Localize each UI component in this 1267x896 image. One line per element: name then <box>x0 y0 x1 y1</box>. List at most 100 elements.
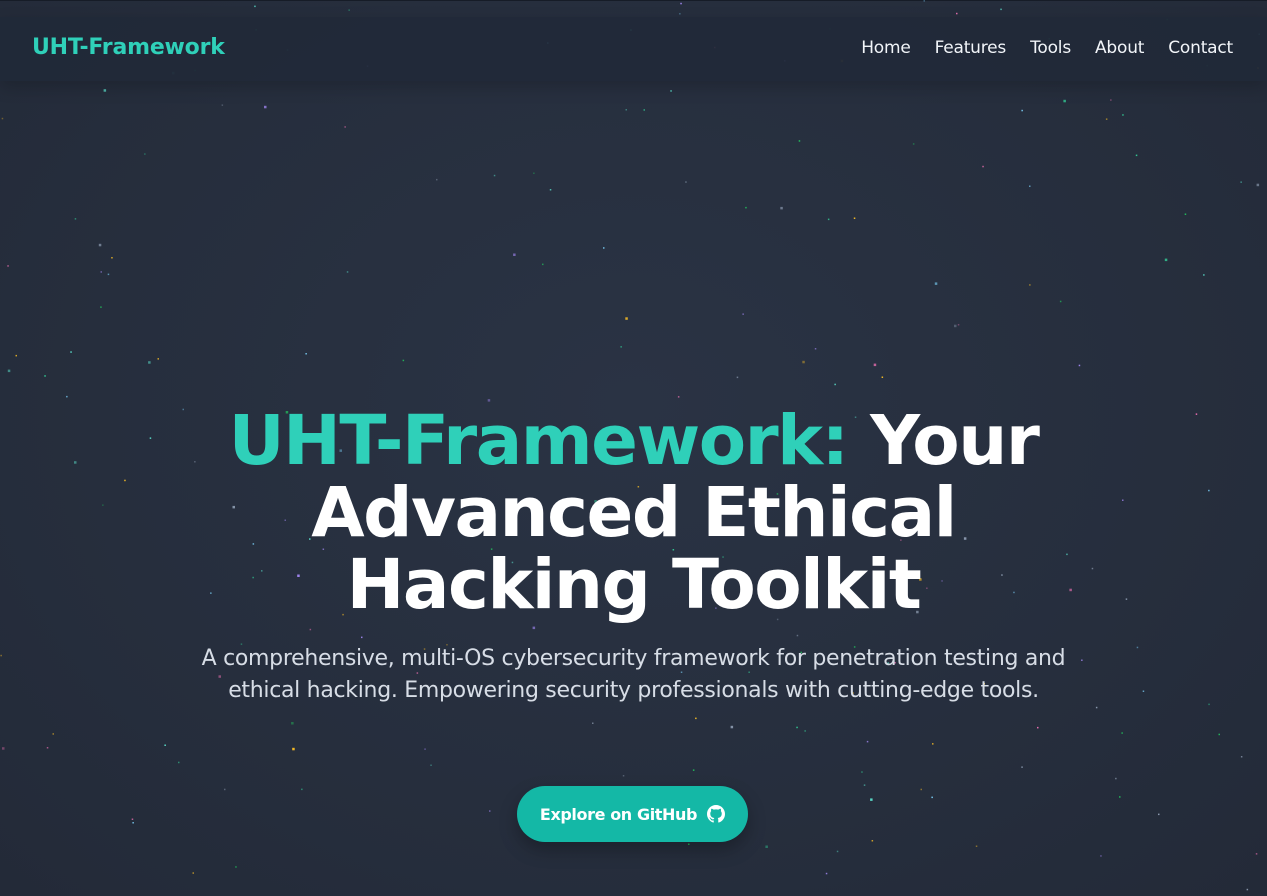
star-dot <box>74 218 77 220</box>
star-dot <box>1184 213 1187 215</box>
github-icon <box>707 805 726 823</box>
star-dot <box>164 744 166 746</box>
star-dot <box>430 764 432 766</box>
star-dot <box>825 872 828 875</box>
star-dot <box>1021 766 1023 768</box>
star-dot <box>1122 114 1124 116</box>
star-dot <box>912 143 915 145</box>
star-dot <box>1164 258 1168 262</box>
star-dot <box>1095 706 1098 709</box>
star-dot <box>975 845 978 847</box>
star-dot <box>881 376 884 378</box>
explore-github-label: Explore on GitHub <box>539 804 698 824</box>
star-dot <box>344 126 346 128</box>
star-dot <box>796 726 798 729</box>
star-dot <box>861 771 863 773</box>
star-dot <box>643 109 645 111</box>
star-dot <box>956 12 958 15</box>
star-dot <box>866 740 869 743</box>
star-dot <box>493 174 496 177</box>
star-dot <box>1029 284 1031 286</box>
star-dot <box>1203 274 1205 276</box>
star-dot <box>66 395 68 398</box>
star-dot <box>402 359 405 362</box>
star-dot <box>1240 181 1242 183</box>
star-dot <box>863 784 866 786</box>
star-dot <box>870 798 873 801</box>
star-dot <box>620 346 622 348</box>
star-dot <box>742 313 744 315</box>
star-dot <box>814 348 817 350</box>
star-dot <box>730 725 734 729</box>
star-dot <box>46 747 49 749</box>
nav-link-tools[interactable]: Tools <box>1030 38 1071 58</box>
star-dot <box>982 165 984 168</box>
star-dot <box>436 178 438 181</box>
star-dot <box>52 733 54 735</box>
star-dot <box>780 206 783 210</box>
star-dot <box>834 383 836 386</box>
nav-link-features[interactable]: Features <box>935 38 1007 58</box>
star-dot <box>765 845 768 848</box>
star-dot <box>1256 183 1260 187</box>
star-dot <box>1119 796 1121 798</box>
star-dot <box>625 317 628 320</box>
star-dot <box>1063 99 1066 103</box>
star-dot <box>224 788 226 791</box>
nav-link-about[interactable]: About <box>1095 38 1144 58</box>
star-dot <box>221 104 224 106</box>
star-dot <box>677 396 680 398</box>
navbar: UHT-Framework Home Features Tools About … <box>0 17 1267 81</box>
star-dot <box>920 788 922 791</box>
star-dot <box>679 13 681 15</box>
star-dot <box>111 257 113 259</box>
star-dot <box>1240 756 1243 758</box>
star-dot <box>1078 364 1081 367</box>
star-dot <box>100 271 102 273</box>
star-dot <box>1135 154 1138 157</box>
star-dot <box>853 217 856 219</box>
star-dot <box>424 748 426 750</box>
star-dot <box>1246 888 1249 891</box>
star-dot <box>1158 813 1160 816</box>
star-dot <box>489 810 491 812</box>
nav-link-contact[interactable]: Contact <box>1168 38 1233 58</box>
star-dot <box>1255 853 1258 855</box>
star-dot <box>533 172 535 174</box>
star-dot <box>1100 855 1102 857</box>
page: UHT-Framework Home Features Tools About … <box>0 0 1267 896</box>
hero-title-accent: UHT-Framework: <box>228 401 850 481</box>
star-dot <box>688 843 690 845</box>
brand-logo-link[interactable]: UHT-Framework <box>32 35 225 60</box>
star-dot <box>622 775 625 777</box>
star-dot <box>1115 777 1117 780</box>
star-dot <box>235 866 237 868</box>
star-dot <box>692 769 695 771</box>
star-dot <box>1 117 4 120</box>
star-dot <box>798 140 801 142</box>
nav-links: Home Features Tools About Contact <box>861 38 1233 58</box>
star-dot <box>954 324 957 328</box>
star-dot <box>254 5 256 8</box>
star-dot <box>301 788 303 791</box>
star-dot <box>931 796 933 799</box>
star-dot <box>44 375 46 377</box>
star-dot <box>148 361 151 364</box>
star-dot <box>1059 300 1062 303</box>
star-dot <box>1110 99 1112 101</box>
hero-subtitle: A comprehensive, multi-OS cybersecurity … <box>201 646 1066 703</box>
nav-link-home[interactable]: Home <box>861 38 911 58</box>
star-dot <box>348 9 350 11</box>
star-dot <box>132 822 134 824</box>
star-dot <box>549 189 552 191</box>
star-dot <box>291 722 294 725</box>
star-dot <box>292 747 295 751</box>
star-dot <box>70 351 72 353</box>
star-dot <box>192 872 194 874</box>
star-dot <box>873 363 877 367</box>
star-dot <box>836 850 839 853</box>
star-dot <box>932 743 934 745</box>
star-dot <box>1021 109 1023 112</box>
explore-github-button[interactable]: Explore on GitHub <box>517 786 748 842</box>
star-dot <box>695 717 697 720</box>
